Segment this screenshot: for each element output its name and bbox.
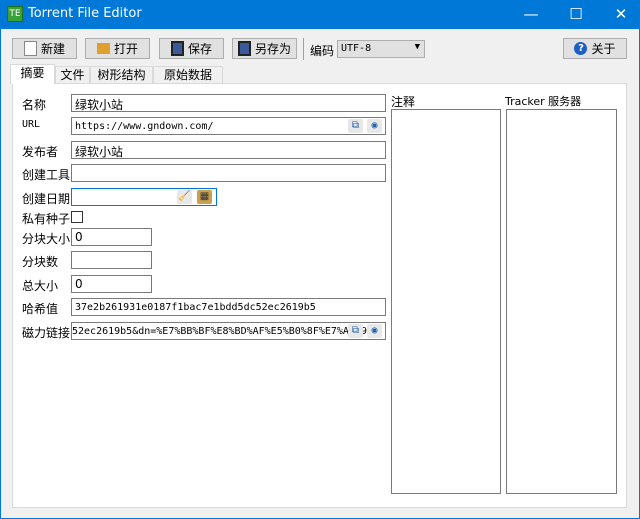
floppy-icon <box>237 41 251 56</box>
title-bar: TE Torrent File Editor — ☐ ✕ <box>0 0 640 29</box>
new-label: 新建 <box>40 42 65 56</box>
creation-tool-label: 创建工具 <box>22 168 71 182</box>
tab-raw-data[interactable]: 原始数据 <box>153 66 223 83</box>
comment-label: 注释 <box>391 95 416 109</box>
open-label: 打开 <box>113 42 138 56</box>
comment-textarea[interactable] <box>391 109 501 494</box>
piece-count-label: 分块数 <box>22 255 59 269</box>
copy-icon[interactable]: ⧉ <box>348 119 363 133</box>
piece-size-input[interactable]: 0 <box>71 228 152 246</box>
publisher-label: 发布者 <box>22 145 59 159</box>
creation-tool-input[interactable] <box>71 164 386 182</box>
open-button[interactable]: 打开 <box>85 38 150 59</box>
minimize-button[interactable]: — <box>508 0 554 29</box>
tab-summary[interactable]: 摘要 <box>10 64 55 84</box>
magnet-value: 52ec2619b5&dn=%E7%BB%BF%E8%BD%AF%E5%B0%8… <box>72 326 374 337</box>
broom-icon[interactable]: 🧹 <box>177 190 192 204</box>
encoding-select[interactable]: UTF-8 ▼ <box>337 40 425 58</box>
tab-tree[interactable]: 树形结构 <box>90 66 153 83</box>
chevron-down-icon: ▼ <box>414 42 420 52</box>
folder-icon <box>96 43 110 54</box>
hash-input[interactable]: 37e2b261931e0187f1bac7e1bdd5dc52ec2619b5 <box>71 298 386 316</box>
save-as-label: 另存为 <box>254 42 291 56</box>
save-button[interactable]: 保存 <box>159 38 224 59</box>
name-input[interactable]: 绿软小站 <box>71 94 386 112</box>
name-label: 名称 <box>22 98 47 112</box>
tracker-textarea[interactable] <box>506 109 617 494</box>
private-torrent-label: 私有种子 <box>22 212 71 226</box>
publisher-input[interactable]: 绿软小站 <box>71 141 386 159</box>
total-size-input[interactable]: 0 <box>71 275 152 293</box>
globe-icon[interactable]: ◉ <box>367 119 382 133</box>
total-size-label: 总大小 <box>22 279 59 293</box>
creation-date-label: 创建日期 <box>22 192 71 206</box>
private-torrent-checkbox[interactable] <box>71 211 83 223</box>
hash-label: 哈希值 <box>22 302 59 316</box>
document-icon <box>23 41 37 56</box>
copy-icon[interactable]: ⧉ <box>348 324 363 338</box>
new-button[interactable]: 新建 <box>12 38 77 59</box>
help-icon: ? <box>574 42 588 55</box>
floppy-icon <box>170 41 184 56</box>
piece-size-label: 分块大小 <box>22 232 71 246</box>
maximize-button[interactable]: ☐ <box>553 0 599 29</box>
globe-icon[interactable]: ◉ <box>367 324 382 338</box>
piece-count-input[interactable] <box>71 251 152 269</box>
tab-files[interactable]: 文件 <box>55 66 90 83</box>
url-input[interactable]: https://www.gndown.com/ ⧉ ◉ <box>71 117 386 135</box>
encoding-label: 编码 <box>310 44 335 58</box>
url-label: URL <box>22 119 41 130</box>
tracker-label: Tracker 服务器 <box>505 95 582 108</box>
app-icon: TE <box>7 6 23 22</box>
save-label: 保存 <box>187 42 212 56</box>
save-as-button[interactable]: 另存为 <box>232 38 297 59</box>
close-button[interactable]: ✕ <box>598 0 640 29</box>
url-value: https://www.gndown.com/ <box>75 121 214 132</box>
creation-date-input[interactable]: 🧹 ▦ <box>71 188 217 206</box>
about-button[interactable]: ? 关于 <box>563 38 627 59</box>
magnet-label: 磁力链接 <box>22 326 71 340</box>
encoding-value: UTF-8 <box>341 43 372 54</box>
window-title: Torrent File Editor <box>28 6 142 21</box>
calendar-icon[interactable]: ▦ <box>197 190 212 204</box>
toolbar-divider <box>303 38 304 60</box>
about-label: 关于 <box>591 42 616 56</box>
magnet-input[interactable]: 52ec2619b5&dn=%E7%BB%BF%E8%BD%AF%E5%B0%8… <box>71 322 386 340</box>
